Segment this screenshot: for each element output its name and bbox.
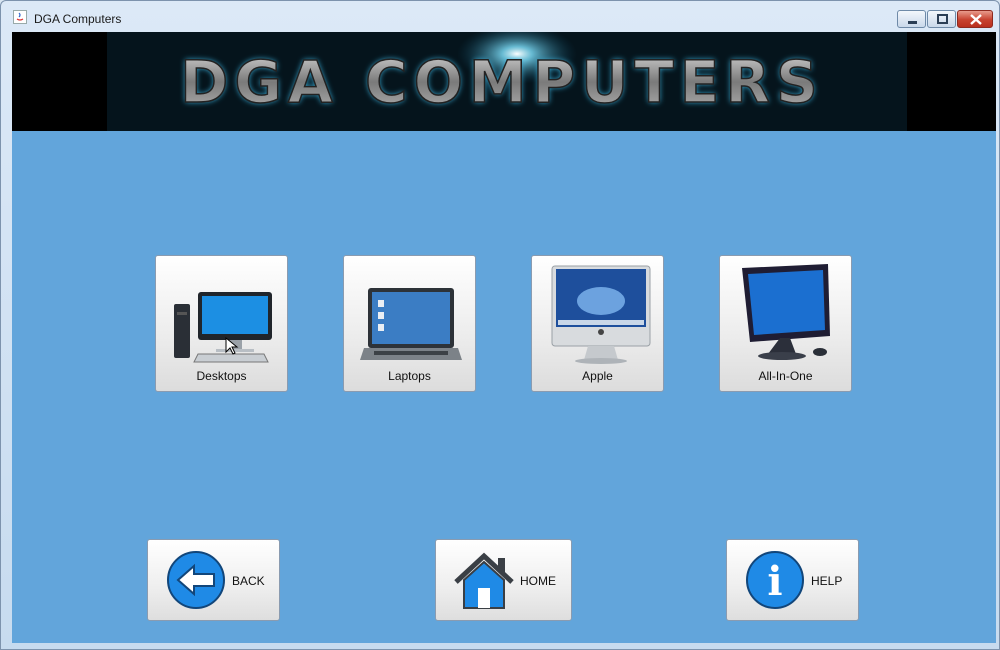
desktop-computer-icon [174, 292, 272, 363]
category-label: Apple [582, 369, 613, 383]
window-title: DGA Computers [34, 12, 122, 26]
maximize-button[interactable] [927, 10, 956, 28]
maximize-icon [937, 14, 948, 24]
banner-logo: DGA COMPUTERS DGA COMPUTERS [107, 32, 907, 131]
close-icon [970, 14, 982, 25]
category-label: All-In-One [758, 369, 813, 383]
all-in-one-button[interactable]: All-In-One [719, 255, 852, 392]
home-button[interactable]: HOME [435, 539, 572, 621]
brand-banner: DGA COMPUTERS DGA COMPUTERS [12, 32, 996, 131]
apple-button[interactable]: Apple [531, 255, 664, 392]
desktops-button[interactable]: Desktops [155, 255, 288, 392]
minimize-icon [908, 21, 917, 24]
minimize-button[interactable] [897, 10, 926, 28]
category-label: Laptops [388, 369, 431, 383]
laptops-button[interactable]: Laptops [343, 255, 476, 392]
laptop-icon [360, 288, 462, 360]
app-window: DGA Computers DGA COMPUTERS DGA COMPUTER… [0, 0, 1000, 650]
back-button[interactable]: BACK [147, 539, 280, 621]
main-panel: DGA COMPUTERS DGA COMPUTERS Desktops Lap… [12, 32, 996, 643]
home-icon [454, 552, 514, 609]
back-arrow-icon [167, 551, 225, 609]
java-app-icon [13, 10, 27, 24]
home-label: HOME [520, 574, 556, 588]
all-in-one-icon [742, 264, 830, 360]
title-bar[interactable]: DGA Computers [1, 1, 999, 31]
help-button[interactable]: i HELP [726, 539, 859, 621]
svg-text:i: i [767, 558, 782, 605]
info-icon: i [746, 551, 804, 609]
help-label: HELP [811, 574, 843, 588]
close-button[interactable] [957, 10, 993, 28]
category-label: Desktops [196, 369, 247, 383]
imac-icon [551, 265, 651, 364]
back-label: BACK [232, 574, 265, 588]
banner-title: DGA COMPUTERS [180, 48, 824, 116]
